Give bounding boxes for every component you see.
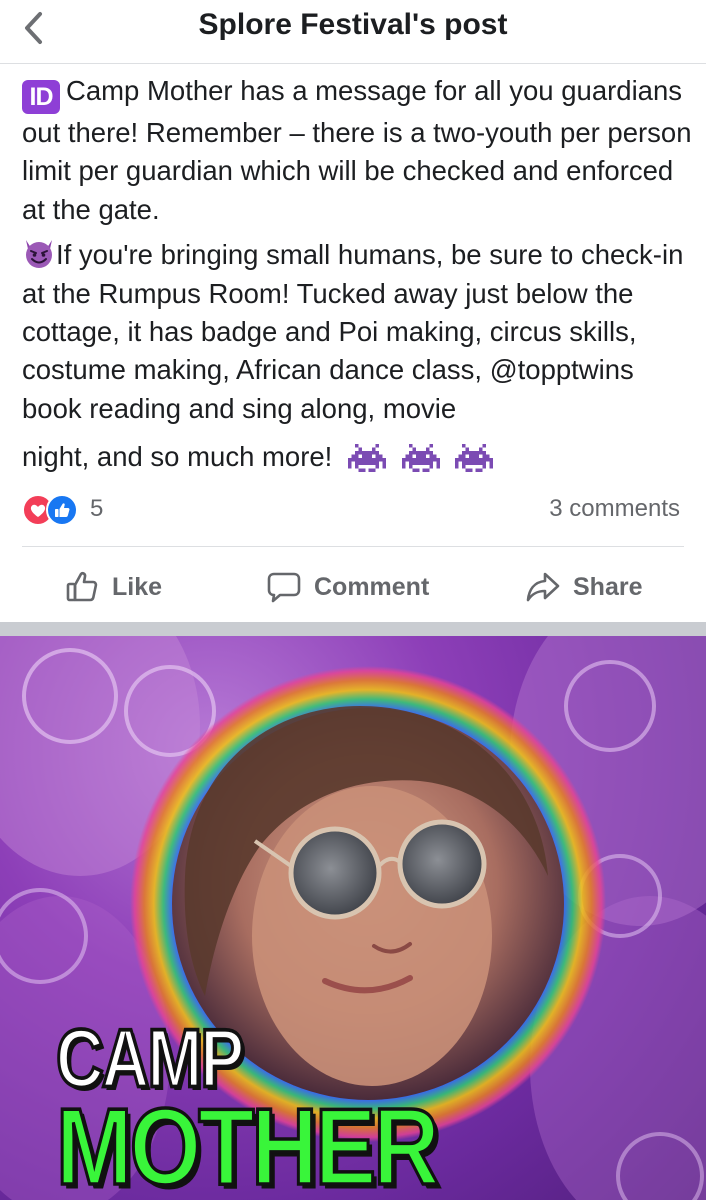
post-body: ID Camp Mother has a message for all you … bbox=[22, 72, 692, 487]
alien-monster-emoji bbox=[455, 444, 494, 473]
divider bbox=[22, 546, 684, 547]
post-paragraph-2: If you're bringing small humans, be sure… bbox=[22, 236, 692, 486]
comment-bubble-icon bbox=[267, 572, 301, 603]
id-emoji: ID bbox=[22, 80, 60, 114]
comment-label: Comment bbox=[314, 572, 430, 601]
share-button[interactable]: Share bbox=[525, 566, 642, 608]
alien-monster-emoji bbox=[401, 444, 440, 473]
section-separator bbox=[0, 622, 706, 636]
comment-button[interactable]: Comment bbox=[266, 566, 429, 608]
thumbs-up-icon bbox=[66, 572, 98, 602]
page-title: Splore Festival's post bbox=[198, 8, 508, 41]
like-reaction-icon bbox=[46, 494, 78, 526]
share-label: Share bbox=[573, 572, 643, 601]
alien-emoji-group bbox=[347, 440, 501, 486]
action-bar: Like Comment Share bbox=[0, 560, 706, 614]
purple-devil-emoji bbox=[26, 240, 52, 269]
post-paragraph-1: ID Camp Mother has a message for all you … bbox=[22, 72, 692, 229]
top-bar: Splore Festival's post bbox=[0, 0, 706, 64]
like-label: Like bbox=[112, 572, 163, 601]
post-paragraph-2-end: night, and so much more! bbox=[22, 441, 333, 473]
image-caption-mother: MOTHER bbox=[55, 1085, 442, 1200]
share-arrow-icon bbox=[526, 572, 560, 602]
post-paragraph-2-text: If you're bringing small humans, be sure… bbox=[22, 239, 684, 424]
post-last-line: night, and so much more! bbox=[22, 438, 501, 486]
alien-monster-emoji bbox=[347, 444, 386, 473]
like-button[interactable]: Like bbox=[64, 566, 162, 608]
reaction-count: 5 bbox=[90, 495, 104, 522]
comments-count-link[interactable]: 3 comments bbox=[549, 495, 680, 523]
post-paragraph-1-text: Camp Mother has a message for all you gu… bbox=[22, 75, 692, 225]
